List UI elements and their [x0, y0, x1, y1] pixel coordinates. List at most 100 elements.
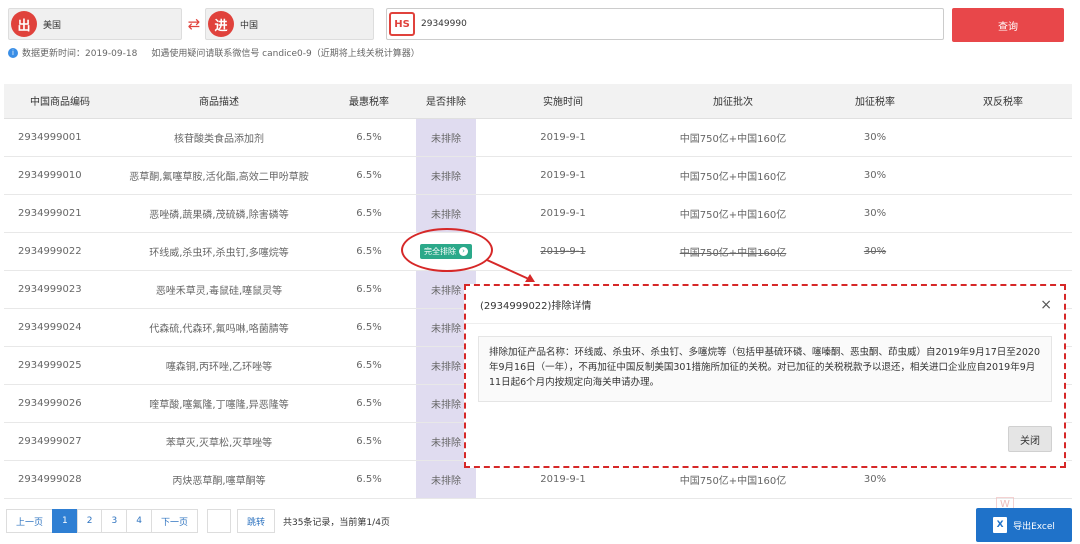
full-exclusion-label: 完全排除 — [424, 246, 456, 256]
cell-desc: 核苷酸类食品添加剂 — [116, 118, 322, 157]
cell-code: 2934999023 — [4, 270, 116, 309]
header-rate: 最惠税率 — [322, 84, 416, 119]
header-desc: 商品描述 — [116, 84, 322, 119]
header-batch: 加征批次 — [650, 84, 816, 119]
cell-dual-rate — [934, 194, 1072, 233]
import-icon: 进 — [208, 11, 234, 37]
cell-rate: 6.5% — [322, 422, 416, 461]
cell-add-rate: 30% — [816, 118, 934, 157]
cell-batch: 中国750亿+中国160亿 — [650, 194, 816, 233]
cell-desc: 恶唑禾草灵,毒鼠硅,噻鼠灵等 — [116, 270, 322, 309]
export-icon: 出 — [11, 11, 37, 37]
pagination: 上一页 1 2 3 4 下一页 跳转 共35条记录，当前第1/4页 — [6, 509, 390, 533]
cell-batch: 中国750亿+中国160亿 — [650, 118, 816, 157]
info-icon: i — [8, 47, 18, 58]
cell-code: 2934999010 — [4, 156, 116, 195]
page-button-3[interactable]: 3 — [101, 509, 128, 533]
full-exclusion-badge[interactable]: 完全排除 › — [420, 243, 472, 259]
cell-desc: 恶唑磷,蔬果磷,茂硫磷,除害磷等 — [116, 194, 322, 233]
cell-excluded: 未排除 — [416, 118, 476, 157]
cell-desc: 喹草酸,噻氟隆,丁噻隆,异恶隆等 — [116, 384, 322, 423]
modal-header: (2934999022)排除详情 × — [466, 286, 1064, 324]
cell-rate: 6.5% — [322, 346, 416, 385]
hs-code-input[interactable]: HS 29349990 — [386, 8, 944, 40]
cell-dual-rate — [934, 232, 1072, 271]
cell-code: 2934999027 — [4, 422, 116, 461]
cell-date: 2019-9-1 — [476, 194, 650, 233]
contact-text: 如遇使用疑问请联系微信号 candice0-9（近期将上线关税计算器） — [151, 49, 420, 59]
cell-desc: 噻森铜,丙环唑,乙环唑等 — [116, 346, 322, 385]
close-button[interactable]: 关闭 — [1008, 426, 1052, 452]
header-excluded: 是否排除 — [416, 84, 476, 119]
cell-dual-rate — [934, 118, 1072, 157]
hs-code-value: 29349990 — [421, 19, 467, 29]
table-header-row: 中国商品编码 商品描述 最惠税率 是否排除 实施时间 加征批次 加征税率 双反税… — [4, 84, 1072, 119]
cell-excluded: 未排除 — [416, 194, 476, 233]
cell-code: 2934999026 — [4, 384, 116, 423]
cell-rate: 6.5% — [322, 118, 416, 157]
destination-country-value: 中国 — [240, 20, 259, 31]
search-bar: 出 美国 ⇄ 进 中国 HS 29349990 查询 i 数据更新时间：2019… — [0, 0, 1080, 64]
cell-batch: 中国750亿+中国160亿 — [650, 156, 816, 195]
chevron-right-icon: › — [459, 246, 468, 256]
modal-body: 排除加征产品名称：环线威、杀虫环、杀虫钉、多噻烷等（包括甲基硫环磷、噻嗪酮、恶虫… — [478, 336, 1052, 402]
cell-add-rate: 30% — [816, 232, 934, 271]
table-row: 2934999001 核苷酸类食品添加剂 6.5% 未排除 2019-9-1 中国750亿… — [4, 118, 1072, 157]
cell-rate: 6.5% — [322, 308, 416, 347]
cell-dual-rate — [934, 156, 1072, 195]
cell-add-rate: 30% — [816, 194, 934, 233]
destination-country-select[interactable]: 进 中国 — [205, 8, 374, 40]
cell-rate: 6.5% — [322, 384, 416, 423]
origin-country-value: 美国 — [43, 20, 62, 31]
table-row: 2934999010 恶草酮,氟噻草胺,活化酯,高效二甲吩草胺 6.5% 未排除 201… — [4, 156, 1072, 195]
cell-date: 2019-9-1 — [476, 232, 650, 271]
update-time-text: 数据更新时间：2019-09-18 — [22, 49, 138, 59]
page-button-4[interactable]: 4 — [126, 509, 152, 533]
table-row: 2934999021 恶唑磷,蔬果磷,茂硫磷,除害磷等 6.5% 未排除 2019-9-… — [4, 194, 1072, 233]
origin-country-select[interactable]: 出 美国 — [8, 8, 182, 40]
cell-batch: 中国750亿+中国160亿 — [650, 232, 816, 271]
cell-rate: 6.5% — [322, 460, 416, 499]
header-add-rate: 加征税率 — [816, 84, 934, 119]
cell-code: 2934999022 — [4, 232, 116, 271]
export-excel-button[interactable]: X 导出Excel — [976, 508, 1072, 542]
record-count: 共35条记录，当前第1/4页 — [282, 517, 390, 528]
cell-rate: 6.5% — [322, 270, 416, 309]
cell-rate: 6.5% — [322, 232, 416, 271]
cell-rate: 6.5% — [322, 194, 416, 233]
page-button-2[interactable]: 2 — [76, 509, 103, 533]
table-row: 2934999022 环线威,杀虫环,杀虫钉,多噻烷等 6.5% 完全排除 › 2019-… — [4, 232, 1072, 271]
info-line: i 数据更新时间：2019-09-18 如遇使用疑问请联系微信号 candice… — [8, 46, 420, 59]
header-date: 实施时间 — [476, 84, 650, 119]
cell-rate: 6.5% — [322, 156, 416, 195]
cell-desc: 代森硫,代森环,氟吗啉,咯菌腈等 — [116, 308, 322, 347]
close-icon[interactable]: × — [1040, 297, 1052, 313]
prev-page-button[interactable]: 上一页 — [6, 509, 54, 533]
excel-icon: X — [993, 517, 1008, 533]
page-button-1[interactable]: 1 — [52, 509, 78, 533]
export-excel-label: 导出Excel — [1013, 521, 1055, 532]
modal-title: (2934999022)排除详情 — [480, 301, 592, 312]
jump-button[interactable]: 跳转 — [236, 509, 275, 533]
cell-desc: 苯草灭,灭草松,灭草唑等 — [116, 422, 322, 461]
cell-date: 2019-9-1 — [476, 118, 650, 157]
cell-code: 2934999021 — [4, 194, 116, 233]
jump-page-input[interactable] — [206, 509, 231, 533]
query-button[interactable]: 查询 — [952, 8, 1064, 42]
cell-desc: 丙炔恶草酮,噻草酮等 — [116, 460, 322, 499]
cell-excluded: 未排除 — [416, 156, 476, 195]
cell-code: 2934999025 — [4, 346, 116, 385]
cell-date: 2019-9-1 — [476, 156, 650, 195]
cell-code: 2934999028 — [4, 460, 116, 499]
cell-code: 2934999001 — [4, 118, 116, 157]
hs-icon: HS — [389, 12, 415, 36]
swap-icon[interactable]: ⇄ — [184, 14, 204, 34]
cell-desc: 环线威,杀虫环,杀虫钉,多噻烷等 — [116, 232, 322, 271]
cell-add-rate: 30% — [816, 156, 934, 195]
header-dual-rate: 双反税率 — [934, 84, 1072, 119]
exclusion-detail-modal: (2934999022)排除详情 × 排除加征产品名称：环线威、杀虫环、杀虫钉、… — [464, 284, 1066, 468]
cell-desc: 恶草酮,氟噻草胺,活化酯,高效二甲吩草胺 — [116, 156, 322, 195]
cell-code: 2934999024 — [4, 308, 116, 347]
header-code: 中国商品编码 — [4, 84, 116, 119]
next-page-button[interactable]: 下一页 — [150, 509, 198, 533]
